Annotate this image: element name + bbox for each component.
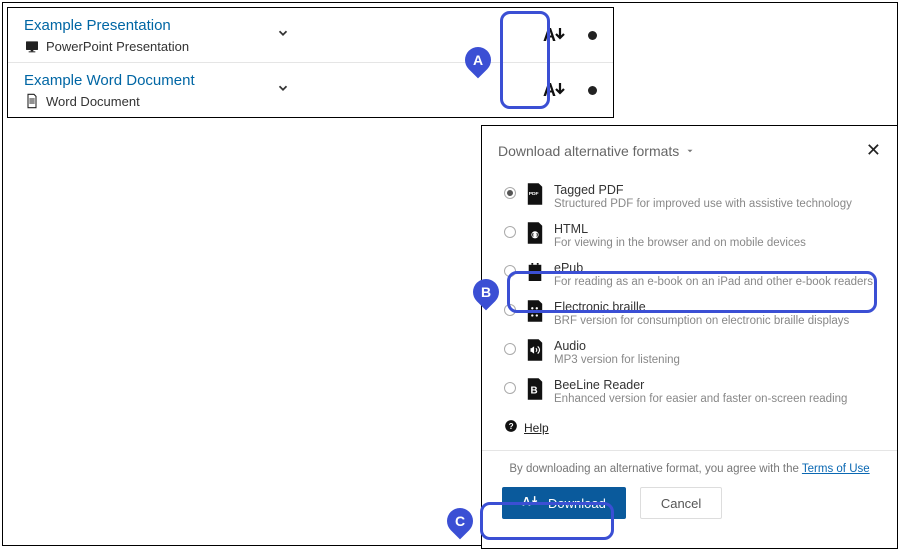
file-row: Example Word Document Word Document A bbox=[8, 62, 613, 117]
format-option-epub[interactable]: ePub For reading as an e-book on an iPad… bbox=[500, 255, 879, 294]
help-link[interactable]: Help bbox=[524, 421, 549, 435]
radio-input[interactable] bbox=[504, 265, 516, 277]
file-row: Example Presentation PowerPoint Presenta… bbox=[8, 8, 613, 62]
help-icon: ? bbox=[504, 419, 518, 436]
svg-text:A: A bbox=[543, 80, 556, 100]
alternative-formats-icon[interactable]: A bbox=[542, 23, 568, 47]
svg-text:B: B bbox=[531, 386, 538, 397]
ppt-icon bbox=[24, 38, 40, 54]
modal-title: Download alternative formats bbox=[498, 143, 679, 159]
braille-icon bbox=[526, 300, 544, 322]
format-name: BeeLine Reader bbox=[554, 378, 847, 392]
alternative-formats-modal: Download alternative formats ✕ PDF Tagge… bbox=[481, 125, 898, 549]
format-option-html[interactable]: HTML For viewing in the browser and on m… bbox=[500, 216, 879, 255]
audio-icon bbox=[526, 339, 544, 361]
modal-button-row: A Download Cancel bbox=[482, 475, 897, 533]
download-button[interactable]: A Download bbox=[502, 487, 626, 519]
expand-chevron-icon[interactable] bbox=[276, 26, 290, 45]
cancel-label: Cancel bbox=[661, 496, 701, 511]
svg-text:PDF: PDF bbox=[529, 191, 539, 197]
radio-input[interactable] bbox=[504, 304, 516, 316]
doc-icon bbox=[24, 93, 40, 109]
format-option-beeline[interactable]: B BeeLine Reader Enhanced version for ea… bbox=[500, 372, 879, 411]
terms-link[interactable]: Terms of Use bbox=[802, 463, 870, 475]
expand-chevron-icon[interactable] bbox=[276, 81, 290, 100]
format-name: Audio bbox=[554, 339, 680, 353]
format-desc: Enhanced version for easier and faster o… bbox=[554, 393, 847, 405]
file-list-panel: Example Presentation PowerPoint Presenta… bbox=[7, 7, 614, 118]
file-subtitle-row: PowerPoint Presentation bbox=[24, 38, 266, 54]
format-list: PDF Tagged PDF Structured PDF for improv… bbox=[482, 165, 897, 411]
format-desc: BRF version for consumption on electroni… bbox=[554, 315, 849, 327]
format-option-audio[interactable]: Audio MP3 version for listening bbox=[500, 333, 879, 372]
download-a-icon: A bbox=[522, 494, 540, 513]
close-icon[interactable]: ✕ bbox=[866, 140, 881, 161]
format-name: ePub bbox=[554, 261, 873, 275]
beeline-icon: B bbox=[526, 378, 544, 400]
help-row: ? Help bbox=[482, 411, 897, 444]
format-desc: For viewing in the browser and on mobile… bbox=[554, 237, 806, 249]
format-desc: MP3 version for listening bbox=[554, 354, 680, 366]
file-title[interactable]: Example Presentation bbox=[24, 16, 266, 36]
terms-text: By downloading an alternative format, yo… bbox=[482, 451, 897, 475]
status-indicator-icon bbox=[588, 86, 597, 95]
download-label: Download bbox=[548, 496, 606, 511]
svg-text:A: A bbox=[543, 25, 556, 45]
radio-input[interactable] bbox=[504, 382, 516, 394]
pdf-icon: PDF bbox=[526, 183, 544, 205]
screenshot-frame: Example Presentation PowerPoint Presenta… bbox=[2, 2, 898, 546]
alternative-formats-icon[interactable]: A bbox=[542, 78, 568, 102]
dropdown-caret-icon[interactable] bbox=[685, 143, 695, 159]
file-subtitle: Word Document bbox=[46, 94, 140, 109]
modal-header: Download alternative formats ✕ bbox=[482, 126, 897, 165]
html-icon bbox=[526, 222, 544, 244]
format-option-braille[interactable]: Electronic braille BRF version for consu… bbox=[500, 294, 879, 333]
radio-input[interactable] bbox=[504, 343, 516, 355]
file-info: Example Word Document Word Document bbox=[24, 71, 266, 109]
format-name: HTML bbox=[554, 222, 806, 236]
status-indicator-icon bbox=[588, 31, 597, 40]
format-option-tagged-pdf[interactable]: PDF Tagged PDF Structured PDF for improv… bbox=[500, 177, 879, 216]
file-subtitle: PowerPoint Presentation bbox=[46, 39, 189, 54]
svg-text:?: ? bbox=[509, 422, 514, 431]
svg-text:A: A bbox=[522, 495, 531, 508]
file-info: Example Presentation PowerPoint Presenta… bbox=[24, 16, 266, 54]
format-name: Electronic braille bbox=[554, 300, 849, 314]
callout-label-c: C bbox=[442, 503, 479, 540]
radio-input[interactable] bbox=[504, 187, 516, 199]
format-desc: Structured PDF for improved use with ass… bbox=[554, 198, 852, 210]
file-subtitle-row: Word Document bbox=[24, 93, 266, 109]
radio-input[interactable] bbox=[504, 226, 516, 238]
cancel-button[interactable]: Cancel bbox=[640, 487, 722, 519]
terms-prefix: By downloading an alternative format, yo… bbox=[509, 463, 802, 475]
format-desc: For reading as an e-book on an iPad and … bbox=[554, 276, 873, 288]
epub-icon bbox=[526, 261, 544, 283]
file-title[interactable]: Example Word Document bbox=[24, 71, 266, 91]
format-name: Tagged PDF bbox=[554, 183, 852, 197]
